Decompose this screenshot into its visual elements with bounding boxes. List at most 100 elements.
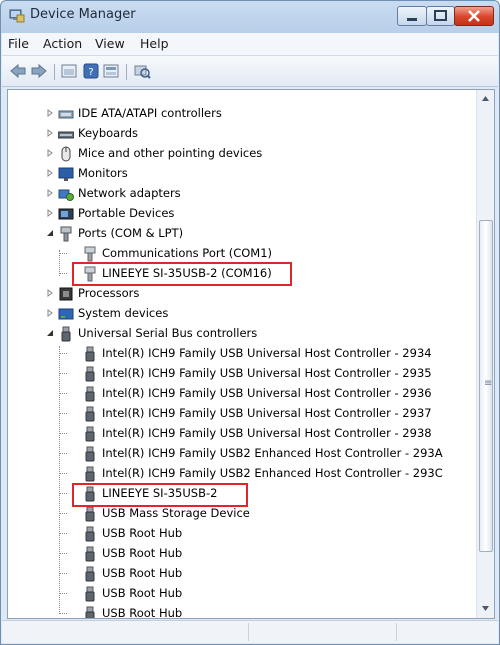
close-icon: [468, 10, 480, 22]
tree-connector: [59, 433, 67, 434]
expand-arrow-icon[interactable]: [46, 129, 54, 137]
device-label: USB Mass Storage Device: [102, 506, 250, 520]
category-label: Universal Serial Bus controllers: [78, 326, 258, 340]
system-devices-icon: [58, 308, 74, 320]
tree-connector: [59, 393, 67, 394]
category-label: Monitors: [78, 166, 128, 180]
minimize-button[interactable]: [397, 6, 427, 26]
device-label: USB Root Hub: [102, 526, 183, 540]
usb-device-icon: [85, 546, 95, 562]
ide-controller-icon: [58, 110, 74, 119]
title-bar[interactable]: Device Manager: [1, 1, 499, 33]
expand-arrow-icon[interactable]: [46, 209, 54, 217]
device-manager-window: Device Manager File Action View Help ? I…: [0, 0, 500, 645]
tree-connector: [59, 473, 67, 474]
close-button[interactable]: [454, 6, 494, 26]
toolbar-separator: [126, 64, 127, 80]
monitor-icon: [58, 167, 74, 181]
back-arrow-icon[interactable]: [9, 63, 27, 79]
usb-device-icon: [85, 526, 95, 542]
maximize-button[interactable]: [426, 6, 455, 26]
collapse-arrow-icon[interactable]: [46, 229, 54, 237]
usb-device-icon: [85, 366, 95, 382]
update-driver-icon[interactable]: [102, 63, 120, 79]
menu-bar: File Action View Help: [2, 33, 498, 56]
svg-text:?: ?: [88, 67, 93, 78]
expand-arrow-icon[interactable]: [46, 149, 54, 157]
toolbar: ?: [2, 56, 498, 87]
device-label: Intel(R) ICH9 Family USB Universal Host …: [102, 426, 432, 440]
device-label: Intel(R) ICH9 Family USB2 Enhanced Host …: [102, 446, 443, 460]
scrollbar-thumb[interactable]: ≡: [479, 220, 493, 552]
menu-help[interactable]: Help: [140, 36, 169, 51]
usb-device-icon: [85, 466, 95, 482]
tree-connector: [59, 493, 67, 494]
device-label: USB Root Hub: [102, 586, 183, 600]
tree-connector: [59, 273, 67, 274]
portable-device-icon: [58, 208, 74, 220]
status-segment: [248, 623, 397, 641]
processor-icon: [59, 287, 73, 301]
device-label: USB Root Hub: [102, 606, 183, 619]
port-icon: [60, 226, 72, 242]
usb-device-icon: [85, 426, 95, 442]
tree-connector: [59, 533, 67, 534]
menu-view[interactable]: View: [95, 36, 125, 51]
expand-arrow-icon[interactable]: [46, 289, 54, 297]
category-label: Ports (COM & LPT): [78, 226, 184, 240]
menu-action[interactable]: Action: [43, 36, 82, 51]
properties-icon[interactable]: [60, 63, 78, 79]
tree-connector: [59, 553, 67, 554]
scroll-up-arrow-icon[interactable]: [481, 94, 490, 103]
scan-hardware-icon[interactable]: [133, 63, 151, 79]
device-manager-icon: [9, 9, 25, 23]
collapse-arrow-icon[interactable]: [46, 329, 54, 337]
tree-connector: [59, 413, 67, 414]
expand-arrow-icon[interactable]: [46, 189, 54, 197]
device-label: Communications Port (COM1): [102, 246, 273, 260]
category-label: System devices: [78, 306, 169, 320]
category-label: IDE ATA/ATAPI controllers: [78, 106, 222, 120]
usb-device-icon: [85, 446, 95, 462]
category-label: Network adapters: [78, 186, 181, 200]
device-label: USB Root Hub: [102, 566, 183, 580]
tree-connector: [59, 513, 67, 514]
expand-arrow-icon[interactable]: [46, 109, 54, 117]
device-label: Intel(R) ICH9 Family USB2 Enhanced Host …: [102, 466, 443, 480]
tree-connector: [59, 613, 67, 614]
grip-icon: ≡: [484, 378, 493, 389]
usb-device-icon: [85, 386, 95, 402]
tree-connector: [59, 593, 67, 594]
highlight-box: [72, 262, 292, 286]
tree-connector: [59, 453, 67, 454]
category-label: Keyboards: [78, 126, 139, 140]
category-label: Portable Devices: [78, 206, 175, 220]
device-label: Intel(R) ICH9 Family USB Universal Host …: [102, 386, 432, 400]
vertical-scrollbar[interactable]: ≡: [476, 90, 494, 618]
usb-device-icon: [85, 566, 95, 582]
toolbar-separator: [54, 64, 55, 80]
com-port-icon: [84, 246, 96, 262]
usb-device-icon: [85, 406, 95, 422]
category-label: Mice and other pointing devices: [78, 146, 263, 160]
forward-arrow-icon[interactable]: [30, 63, 48, 79]
keyboard-icon: [58, 131, 74, 139]
window-title: Device Manager: [30, 7, 136, 22]
device-label: Intel(R) ICH9 Family USB Universal Host …: [102, 406, 432, 420]
help-icon[interactable]: ?: [82, 63, 100, 79]
expand-arrow-icon[interactable]: [46, 309, 54, 317]
status-segment: [396, 623, 497, 641]
minimize-icon: [407, 18, 417, 21]
tree-connector: [59, 253, 67, 254]
device-tree[interactable]: IDE ATA/ATAPI controllers Keyboards Mice…: [7, 89, 495, 619]
maximize-icon: [434, 10, 447, 21]
usb-device-icon: [85, 506, 95, 522]
status-bar: [2, 620, 498, 643]
highlight-box: [72, 483, 248, 507]
menu-file[interactable]: File: [8, 36, 29, 51]
category-label: Processors: [78, 286, 140, 300]
expand-arrow-icon[interactable]: [46, 169, 54, 177]
device-label: Intel(R) ICH9 Family USB Universal Host …: [102, 366, 432, 380]
scroll-down-arrow-icon[interactable]: [481, 604, 490, 613]
device-label: USB Root Hub: [102, 546, 183, 560]
